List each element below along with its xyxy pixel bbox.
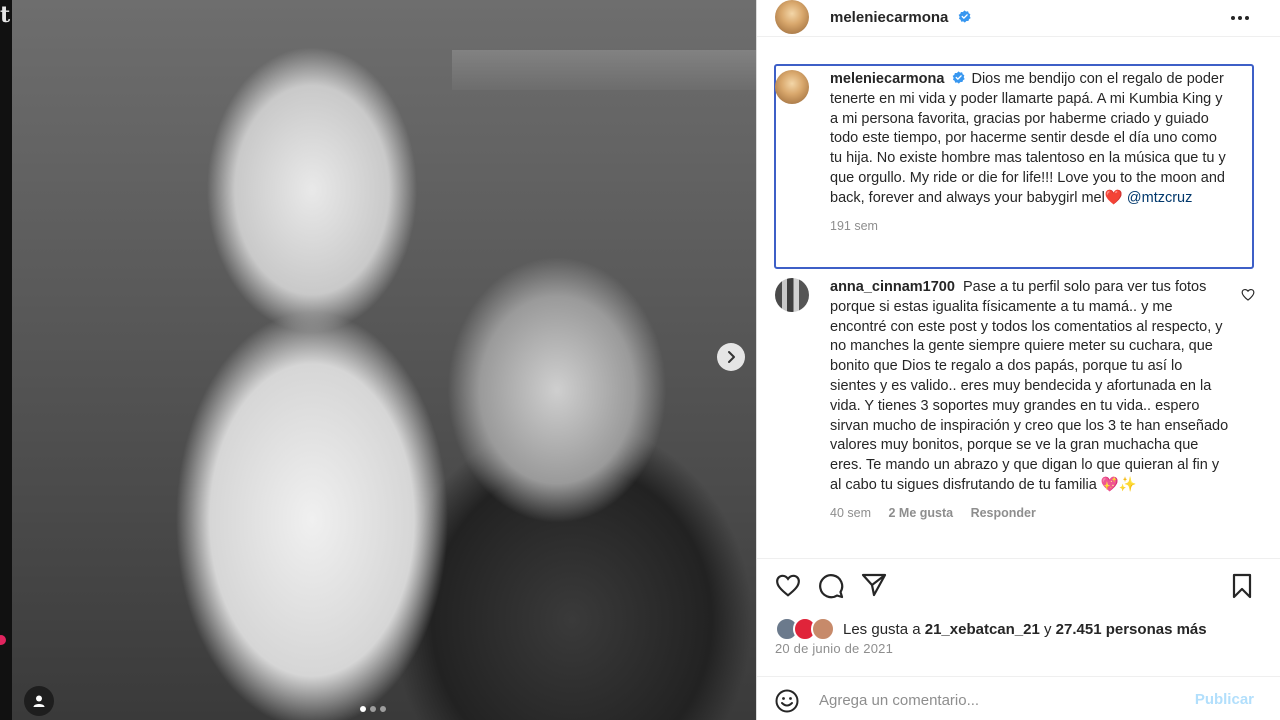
liker-avatar [811,617,835,641]
more-options-button[interactable] [1230,8,1250,26]
author-username[interactable]: meleniecarmona [830,9,971,26]
reply-button[interactable]: Responder [971,506,1036,520]
likes-connector: y [1044,620,1052,638]
heart-icon [776,574,800,597]
paper-plane-icon [861,573,887,597]
previous-post-edge: t [0,0,12,720]
verified-badge-icon [953,71,966,84]
post-header: meleniecarmona [757,0,1280,37]
instagram-post-view: t meleniecarmona meleniecarmona Dios me … [0,0,1280,720]
emoji-picker-button[interactable] [775,689,799,718]
post-media: t [0,0,756,720]
photo-background-shelf [452,50,756,90]
liker-avatars [775,617,835,641]
commenter-avatar[interactable] [775,278,809,312]
commenter-username[interactable]: anna_cinnam1700 [830,279,955,295]
comment-input[interactable] [817,686,1181,714]
comment-timestamp[interactable]: 40 sem [830,506,871,520]
emoji-icon [775,689,799,713]
comment-text: Pase a tu perfil solo para ver tus fotos… [830,279,1229,493]
share-button[interactable] [861,573,887,599]
like-button[interactable] [775,573,801,599]
carousel-indicator [360,706,386,712]
carousel-dot [380,706,386,712]
comment-bubble-icon [819,574,844,599]
comment-meta: 40 sem 2 Me gusta Responder [830,504,1230,524]
post-photo [12,0,756,720]
caption-author-username[interactable]: meleniecarmona [830,71,944,87]
caption-text: Dios me bendijo con el regalo de poder t… [830,71,1226,206]
add-comment-bar: Publicar [757,676,1280,720]
notification-dot [0,635,6,645]
verified-badge-icon [958,10,971,23]
tagged-users-button[interactable] [24,686,54,716]
comment-like-button[interactable] [1241,288,1255,306]
post-actions: Les gusta a 21_xebatcan_21 y 27.451 pers… [757,558,1280,656]
user-tag-icon [33,695,45,707]
caption-mention-link[interactable]: @mtzcruz [1127,190,1192,206]
action-icons [775,573,887,599]
next-slide-button[interactable] [717,343,745,371]
author-username-text[interactable]: meleniecarmona [830,9,948,26]
caption-meta: 191 sem [830,217,1230,237]
likes-summary: Les gusta a 21_xebatcan_21 y 27.451 pers… [775,617,1207,641]
comment-button[interactable] [818,573,844,599]
save-button[interactable] [1231,573,1253,599]
author-avatar[interactable] [775,70,809,104]
previous-post-edge-glyph: t [0,2,11,28]
chevron-right-icon [728,351,735,363]
post-side-panel: meleniecarmona meleniecarmona Dios me be… [756,0,1280,720]
caption-timestamp[interactable]: 191 sem [830,219,878,233]
more-horizontal-icon [1231,16,1249,20]
post-date[interactable]: 20 de junio de 2021 [775,641,893,656]
comment-body: anna_cinnam1700 Pase a tu perfil solo pa… [830,278,1230,524]
comment-likes-count[interactable]: 2 Me gusta [888,506,953,520]
likes-first-user[interactable]: 21_xebatcan_21 [925,621,1040,638]
comments-list[interactable]: meleniecarmona Dios me bendijo con el re… [757,62,1280,550]
bookmark-icon [1232,573,1252,599]
caption-body: meleniecarmona Dios me bendijo con el re… [830,70,1230,236]
likes-prefix: Les gusta a [843,620,921,638]
carousel-dot [370,706,376,712]
publish-button[interactable]: Publicar [1195,691,1254,708]
carousel-dot [360,706,366,712]
author-avatar[interactable] [775,0,809,34]
likes-others-count[interactable]: 27.451 personas más [1056,621,1207,638]
heart-icon [1241,288,1255,301]
